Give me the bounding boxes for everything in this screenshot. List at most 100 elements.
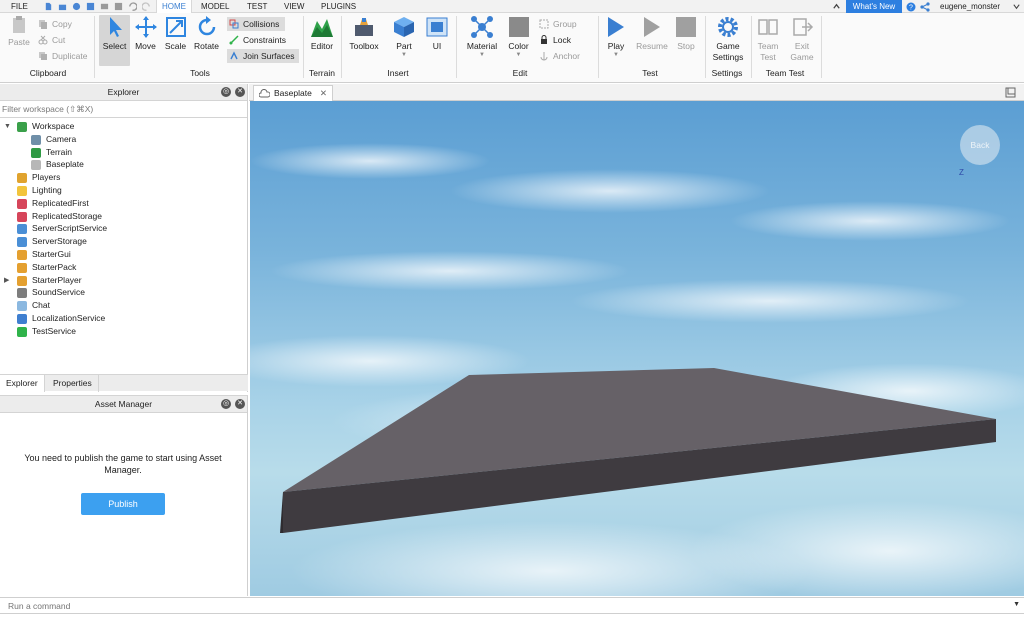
tree-item-replicatedfirst[interactable]: ReplicatedFirst [17,197,240,210]
localization-icon [17,314,27,324]
whats-new-button[interactable]: What's New [846,0,902,13]
expand-caret-icon[interactable]: ▶ [4,274,9,287]
group-button[interactable]: Group [537,17,585,31]
back-button[interactable]: Back [960,125,1000,165]
copy-button[interactable]: Copy [36,17,72,31]
ribbon-separator [751,16,752,78]
ui-button[interactable]: UI [424,15,450,52]
resume-button[interactable]: Resume [634,15,670,52]
menu-plugins[interactable]: PLUGINS [316,0,361,13]
tree-item-players[interactable]: Players [17,171,240,184]
anchor-button[interactable]: Anchor [537,49,585,63]
undock-icon[interactable]: ◎ [221,399,231,409]
panel-tabs: Explorer Properties [0,374,248,392]
new-file-icon[interactable] [44,2,53,11]
tree-item-serverstorage[interactable]: ServerStorage [17,235,240,248]
collapse-caret-icon[interactable]: ▼ [4,120,11,133]
tree-item-workspace[interactable]: ▼ Workspace [4,120,240,133]
redo-icon[interactable] [142,2,151,11]
tab-baseplate[interactable]: Baseplate ✕ [253,85,333,101]
tree-item-serverscriptservice[interactable]: ServerScriptService [17,222,240,235]
share-icon[interactable] [72,2,81,11]
constraints-toggle[interactable]: Constraints [227,33,286,47]
maximize-icon[interactable] [1005,87,1016,98]
gear-icon [718,17,738,37]
undo-icon[interactable] [128,2,137,11]
menu-file[interactable]: FILE [6,0,33,13]
color-label: Color [508,41,529,51]
save-icon[interactable] [86,2,95,11]
terrain-editor-button[interactable]: Editor [307,15,337,52]
scale-tool-button[interactable]: Scale [161,15,190,52]
tree-item-starterplayer[interactable]: ▶ StarterPlayer [4,274,240,287]
toolbox-label: Toolbox [349,41,379,51]
tree-item-replicatedstorage[interactable]: ReplicatedStorage [17,210,240,223]
tree-item-starterpack[interactable]: StarterPack [17,261,240,274]
tree-item-testservice[interactable]: TestService [17,325,240,338]
tree-item-startergui[interactable]: StarterGui [17,248,240,261]
undock-icon[interactable]: ◎ [221,87,231,97]
tree-item-label: ReplicatedStorage [32,210,102,221]
team-test-button[interactable]: Team Test [754,15,782,63]
part-button[interactable]: Part ▼ [390,15,418,58]
tab-properties[interactable]: Properties [47,375,99,392]
filter-workspace-input[interactable]: Filter workspace (⇧⌘X) [0,101,247,118]
menu-bar: FILE HOME MODEL TEST VIEW PLUGINS What's… [0,0,1024,14]
screenshot-icon[interactable] [100,2,109,11]
axis-label: Z [959,168,964,177]
menu-home[interactable]: HOME [156,0,192,14]
tree-item-soundservice[interactable]: SoundService [17,286,240,299]
rotate-icon [198,16,215,36]
stop-button[interactable]: Stop [673,15,699,52]
collisions-toggle[interactable]: Collisions [227,17,285,31]
close-icon[interactable]: ✕ [235,399,245,409]
color-button[interactable]: Color ▼ [505,15,532,58]
menu-test[interactable]: TEST [242,0,272,13]
menu-model[interactable]: MODEL [196,0,234,13]
tree-item-localizationservice[interactable]: LocalizationService [17,312,240,325]
close-tab-icon[interactable]: ✕ [320,86,327,101]
viewport-scene [250,143,1024,596]
help-icon[interactable]: ? [906,2,916,12]
open-folder-icon[interactable] [58,2,67,11]
cut-button[interactable]: Cut [36,33,65,47]
share-network-icon[interactable] [920,2,930,12]
exit-game-button[interactable]: Exit Game [788,15,816,63]
publish-button[interactable]: Publish [81,493,165,515]
chevron-down-icon[interactable] [1012,2,1021,11]
lock-button[interactable]: Lock [537,33,593,47]
move-label: Move [135,41,156,51]
command-input[interactable] [8,598,998,614]
3d-viewport[interactable]: Back Z [250,101,1024,596]
close-icon[interactable]: ✕ [235,87,245,97]
tab-explorer[interactable]: Explorer [0,375,45,392]
material-button[interactable]: Material ▼ [463,15,501,58]
tree-item-label: Camera [46,133,77,144]
tree-item-chat[interactable]: Chat [17,299,240,312]
part-cube-icon [394,17,414,37]
terrain-editor-label: Editor [310,41,334,51]
username-label[interactable]: eugene_monster [940,0,1000,13]
game-settings-button[interactable]: Game Settings [709,15,747,63]
paste-button[interactable]: Paste [4,15,34,48]
replicated-first-icon [17,198,27,209]
join-surfaces-toggle[interactable]: Join Surfaces [227,49,299,63]
stop-icon[interactable] [114,2,123,11]
menu-view[interactable]: VIEW [279,0,309,13]
rotate-tool-button[interactable]: Rotate [191,15,222,52]
tree-item-label: Baseplate [46,159,84,170]
chevron-up-icon[interactable] [832,2,841,11]
move-tool-button[interactable]: Move [131,15,160,52]
duplicate-button[interactable]: Duplicate [36,49,87,63]
select-tool-button[interactable]: Select [99,15,130,66]
toolbox-button[interactable]: Toolbox [345,15,383,52]
tree-item-lighting[interactable]: Lighting [17,184,240,197]
collisions-label: Collisions [243,19,280,29]
lightbulb-icon [17,186,27,196]
sky-clouds [250,143,1024,596]
chevron-down-icon[interactable]: ▼ [1013,601,1020,608]
tree-item-camera[interactable]: Camera [31,133,240,146]
tree-item-baseplate[interactable]: Baseplate [31,158,240,171]
play-button[interactable]: Play ▼ [602,15,630,58]
tree-item-terrain[interactable]: Terrain [31,146,240,159]
